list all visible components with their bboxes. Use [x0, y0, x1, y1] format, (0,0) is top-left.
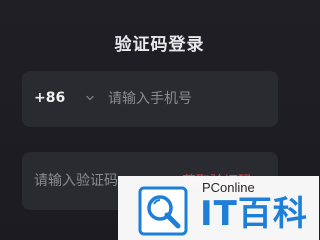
country-code-selector[interactable]: +86 — [34, 90, 65, 106]
chevron-down-icon[interactable] — [84, 92, 96, 104]
phone-input[interactable] — [108, 71, 268, 127]
login-screen: 验证码登录 +86 获取验证码 PConline IT百科 — [0, 0, 319, 240]
watermark-small-text: PConline — [202, 180, 255, 195]
watermark-brand-text: IT百科 — [200, 194, 308, 234]
page-title: 验证码登录 — [114, 35, 205, 55]
phone-field-row[interactable]: +86 — [22, 71, 278, 127]
watermark: PConline IT百科 — [118, 176, 319, 240]
magnifier-logo-icon — [138, 186, 188, 236]
